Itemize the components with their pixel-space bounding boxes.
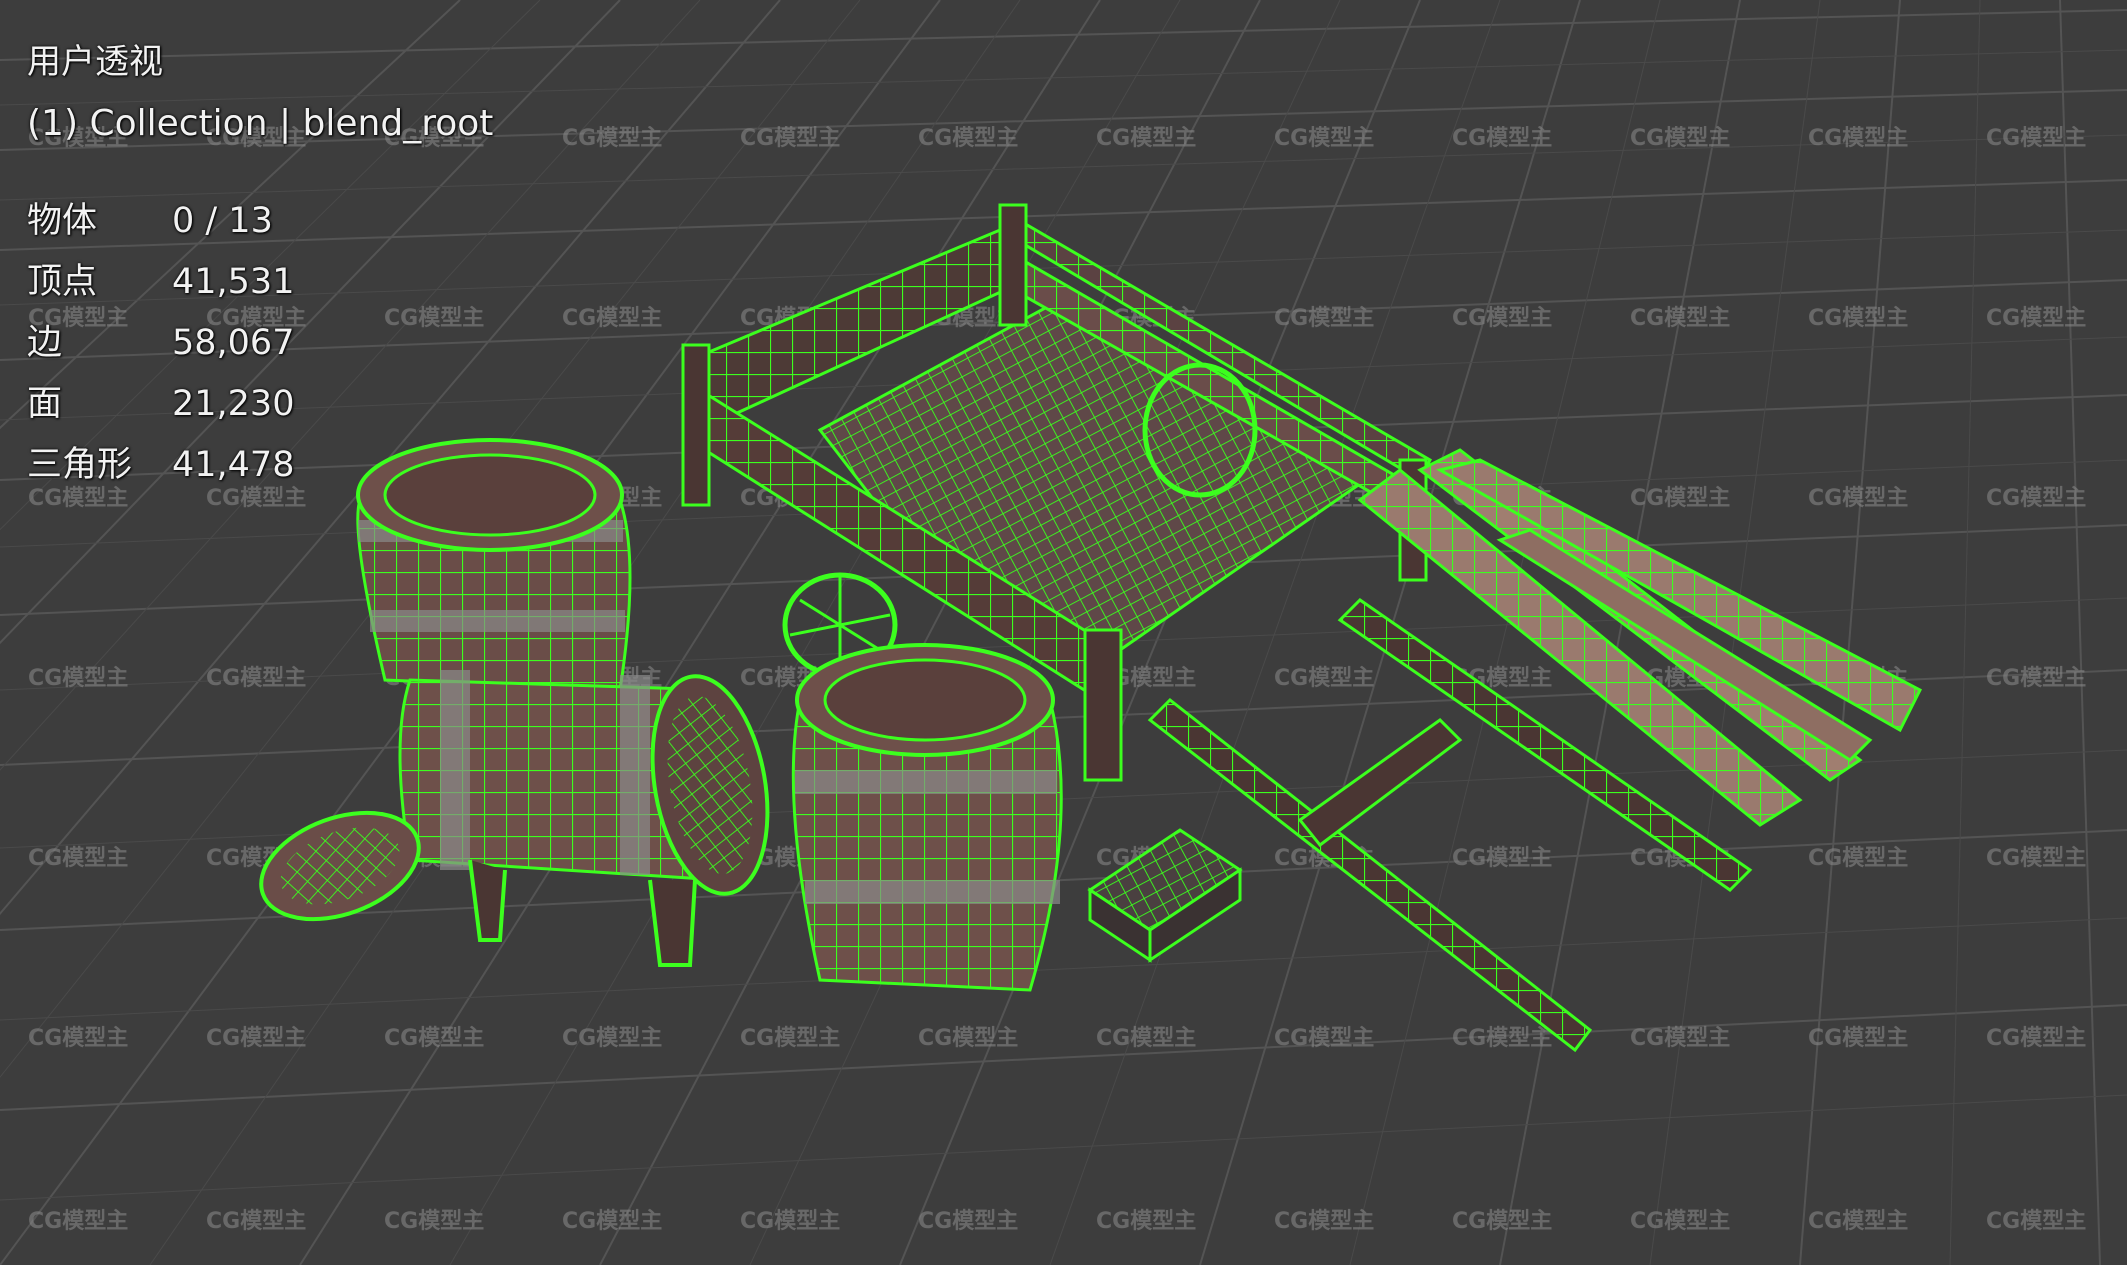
view-name-label: 用户透视	[27, 42, 163, 82]
stat-label: 边	[27, 323, 63, 363]
barrel-upright-front[interactable]	[791, 643, 1063, 992]
stat-value: 41,478	[172, 445, 295, 485]
stat-row-vertices: 顶点 41,531	[27, 252, 493, 313]
stat-label: 三角形	[27, 445, 133, 485]
stat-value: 21,230	[172, 384, 295, 424]
3d-viewport[interactable]: CG模型主 CG模型主 CG模型主 CG模型主 CG模型主 CG模型主 CG模型主 CG模型主…	[0, 0, 2127, 1265]
stat-label: 面	[27, 384, 63, 424]
viewport-info-overlay: 用户透视 (1) Collection | blend_root 物体 0 / …	[27, 32, 493, 496]
stat-row-objects: 物体 0 / 13	[27, 191, 493, 252]
stat-value: 41,531	[172, 262, 295, 302]
stat-row-triangles: 三角形 41,478	[27, 435, 493, 496]
wood-planks[interactable]	[1357, 448, 1923, 827]
collection-label: (1) Collection | blend_root	[27, 103, 494, 144]
stat-label: 顶点	[27, 262, 98, 302]
stat-row-edges: 边 58,067	[27, 313, 493, 374]
stat-row-faces: 面 21,230	[27, 374, 493, 435]
barrel-lying[interactable]	[398, 667, 783, 967]
stat-label: 物体	[27, 201, 98, 241]
stat-value: 58,067	[172, 323, 295, 363]
stat-value: 0 / 13	[172, 201, 273, 241]
crate-model[interactable]	[1087, 828, 1243, 963]
